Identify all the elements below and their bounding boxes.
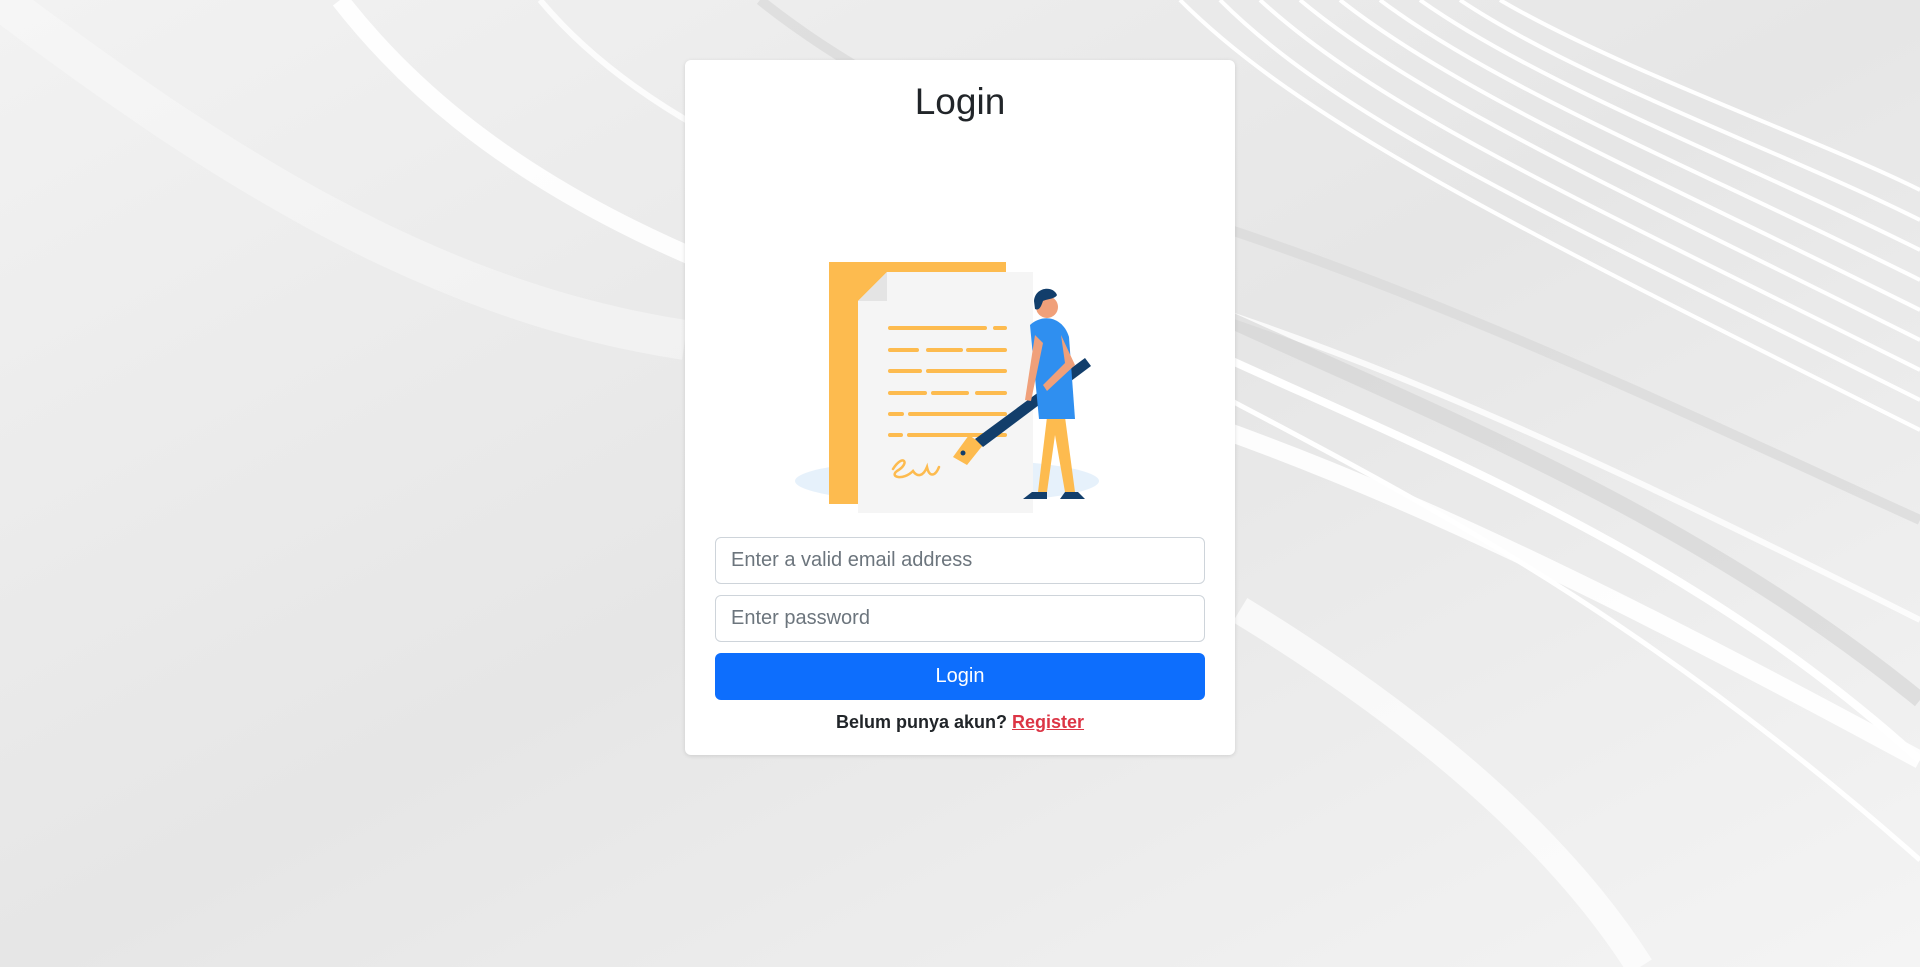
document-signing-illustration xyxy=(795,262,1099,513)
email-field[interactable] xyxy=(715,537,1205,584)
register-prompt-line: Belum punya akun? Register xyxy=(685,710,1235,734)
register-prompt-text: Belum punya akun? xyxy=(835,712,1007,732)
register-link[interactable]: Register xyxy=(1012,712,1084,732)
password-field[interactable] xyxy=(715,595,1205,642)
page-title: Login xyxy=(914,81,1006,122)
login-button[interactable]: Login xyxy=(715,653,1205,700)
login-card: Login Enter a valid email address Login … xyxy=(685,60,1235,755)
